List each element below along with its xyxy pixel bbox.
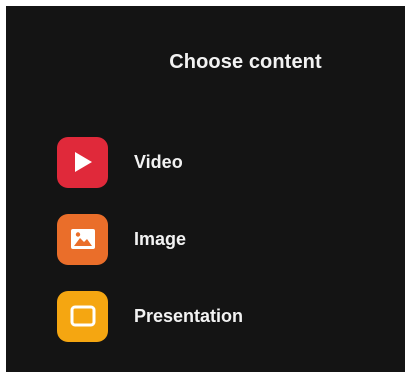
option-video[interactable]: Video — [57, 136, 243, 188]
option-presentation[interactable]: Presentation — [57, 290, 243, 342]
option-image[interactable]: Image — [57, 213, 243, 265]
choose-content-panel: Choose content Video Image Presentation — [6, 6, 405, 372]
presentation-icon — [70, 305, 96, 327]
option-image-label: Image — [134, 228, 187, 249]
option-presentation-label: Presentation — [134, 305, 244, 326]
image-icon-tile — [57, 213, 108, 265]
content-options-list: Video Image Presentation — [57, 136, 243, 367]
image-icon — [70, 228, 96, 250]
play-icon — [72, 150, 94, 174]
video-icon-tile — [57, 136, 108, 188]
panel-title: Choose content — [169, 51, 322, 73]
presentation-icon-tile — [57, 290, 108, 342]
option-video-label: Video — [134, 151, 183, 172]
